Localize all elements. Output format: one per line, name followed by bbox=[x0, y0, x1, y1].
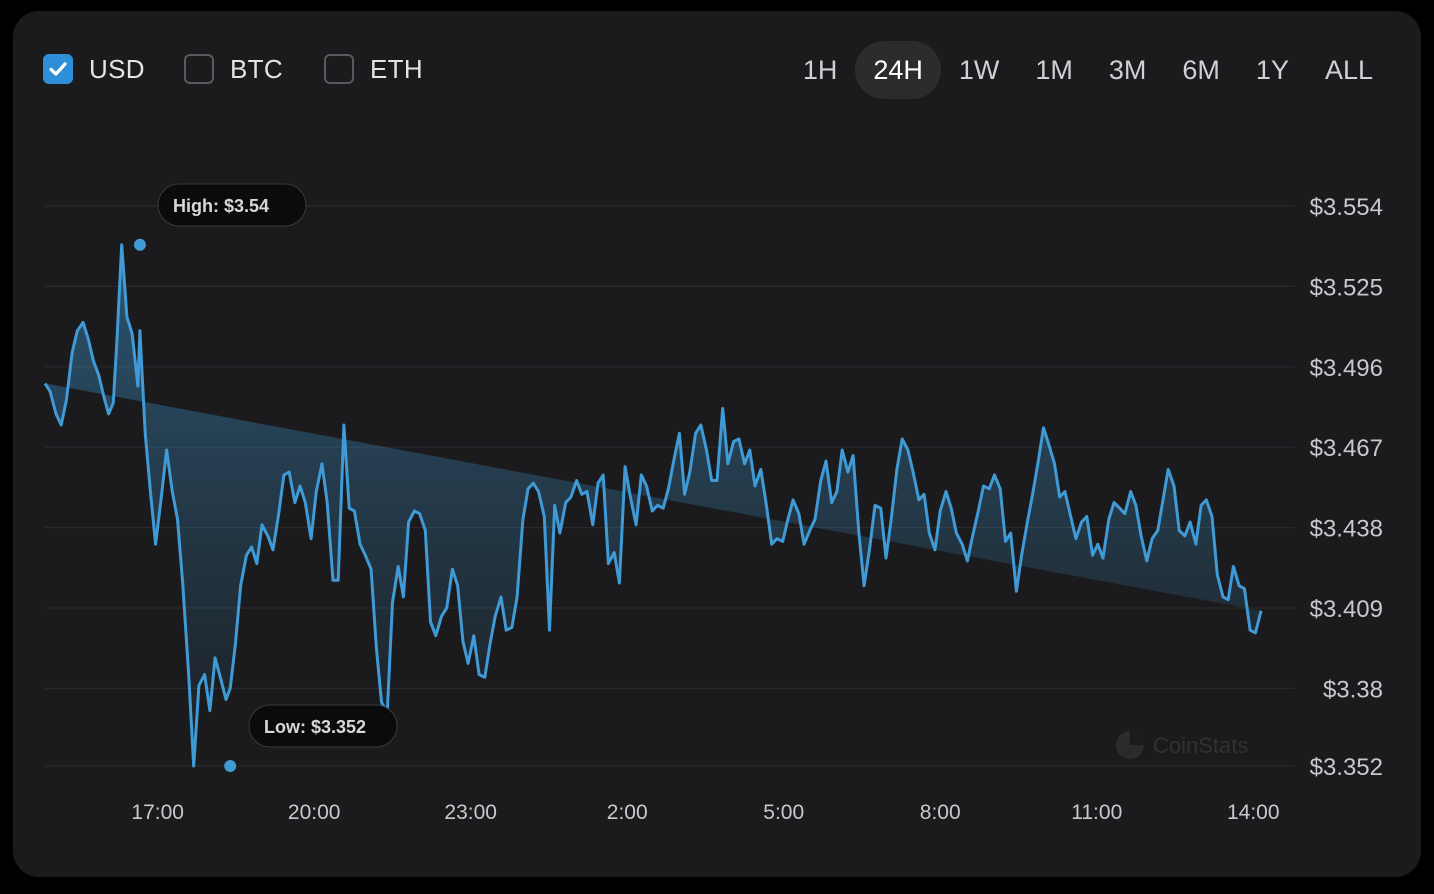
x-tick-label: 2:00 bbox=[607, 801, 648, 824]
x-axis-labels: 17:00 20:00 23:00 2:00 5:00 8:00 11:00 14:00 bbox=[131, 801, 1279, 824]
y-tick-label: $3.554 bbox=[1310, 194, 1383, 221]
x-tick-label: 5:00 bbox=[763, 801, 804, 824]
x-tick-label: 17:00 bbox=[131, 801, 184, 824]
y-tick-label: $3.496 bbox=[1310, 355, 1383, 382]
high-badge: High: $3.54 bbox=[157, 183, 307, 227]
y-axis-labels: $3.554 $3.525 $3.496 $3.467 $3.438 $3.409 $3.3… bbox=[1310, 194, 1383, 781]
y-tick-label: $3.352 bbox=[1310, 754, 1383, 781]
y-tick-label: $3.409 bbox=[1310, 596, 1383, 623]
price-chart-card: USD BTC ETH 1H 24H 1W 1M 3M 6M 1Y ALL $3… bbox=[13, 11, 1421, 877]
y-tick-label: $3.438 bbox=[1310, 516, 1383, 543]
watermark-text: CoinStats bbox=[1153, 733, 1248, 758]
x-tick-label: 20:00 bbox=[288, 801, 341, 824]
low-marker bbox=[224, 760, 237, 772]
high-marker bbox=[133, 238, 146, 251]
price-chart[interactable]: $3.554 $3.525 $3.496 $3.467 $3.438 $3.409 $3.3… bbox=[13, 11, 1421, 877]
x-tick-label: 23:00 bbox=[444, 801, 497, 824]
y-tick-label: $3.467 bbox=[1310, 435, 1383, 462]
y-tick-label: $3.525 bbox=[1310, 274, 1383, 301]
low-badge: Low: $3.352 bbox=[248, 704, 398, 748]
coinstats-logo-icon bbox=[1116, 731, 1144, 759]
x-tick-label: 8:00 bbox=[920, 801, 961, 824]
x-tick-label: 11:00 bbox=[1071, 801, 1122, 824]
coinstats-watermark: CoinStats bbox=[1116, 731, 1248, 759]
low-badge-text: Low: $3.352 bbox=[264, 717, 366, 737]
x-tick-label: 14:00 bbox=[1227, 801, 1280, 824]
y-tick-label: $3.38 bbox=[1323, 676, 1383, 703]
high-badge-text: High: $3.54 bbox=[173, 196, 269, 216]
